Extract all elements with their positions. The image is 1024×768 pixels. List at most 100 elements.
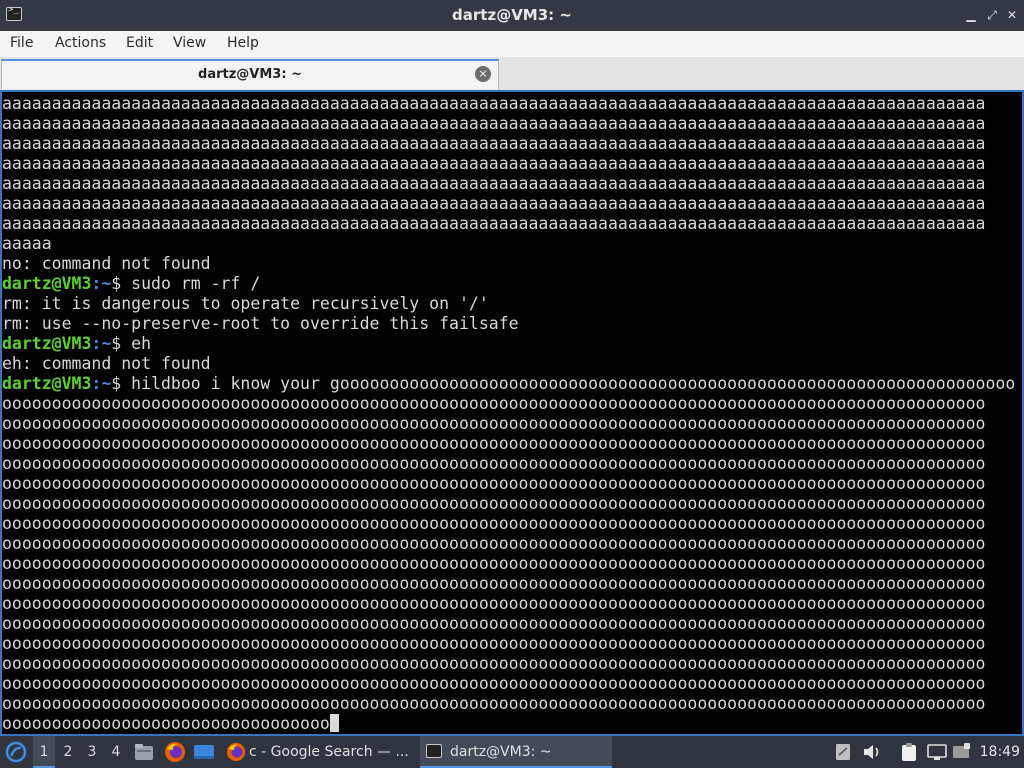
text-cursor xyxy=(329,714,339,732)
taskbar-clock[interactable]: 18:49 xyxy=(980,736,1020,768)
minimize-button[interactable]: ▁ xyxy=(964,8,978,22)
terminal-line: dartz@VM3:~$ sudo rm -rf / xyxy=(2,274,1015,294)
close-window-button[interactable]: ✕ xyxy=(1005,8,1019,22)
terminal-line: oooooooooooooooooooooooooooooooooooooooo… xyxy=(2,474,1015,494)
window-titlebar[interactable]: dartz@VM3: ~ ▁ ⤢ ✕ xyxy=(0,0,1024,31)
terminal-line: oooooooooooooooooooooooooooooooooooooooo… xyxy=(2,494,1015,514)
output-text: oooooooooooooooooooooooooooooooooooooooo… xyxy=(2,654,986,673)
terminal-line: oooooooooooooooooooooooooooooooooooooooo… xyxy=(2,394,1015,414)
terminal-line: oooooooooooooooooooooooooooooooooooooooo… xyxy=(2,694,1015,714)
taskbar-task-terminal[interactable]: dartz@VM3: ~ xyxy=(420,736,612,768)
terminal-line: aaaaaaaaaaaaaaaaaaaaaaaaaaaaaaaaaaaaaaaa… xyxy=(2,154,1015,174)
output-text: oooooooooooooooooooooooooooooooooooooooo… xyxy=(2,554,986,573)
tab-bar: dartz@VM3: ~ × xyxy=(0,57,1024,90)
output-text: oooooooooooooooooooooooooooooooooooooooo… xyxy=(2,694,986,713)
output-text: oooooooooooooooooooooooooooooooooooooooo… xyxy=(2,514,986,533)
terminal-line: eh: command not found xyxy=(2,354,1015,374)
output-text: aaaaaaaaaaaaaaaaaaaaaaaaaaaaaaaaaaaaaaaa… xyxy=(2,114,986,133)
terminal-task-label: dartz@VM3: ~ xyxy=(450,744,552,760)
prompt-user: dartz@VM3 xyxy=(2,334,92,353)
output-text: aaaaaaaaaaaaaaaaaaaaaaaaaaaaaaaaaaaaaaaa… xyxy=(2,174,986,193)
prompt-path: :~ xyxy=(91,274,112,293)
terminal-line: oooooooooooooooooooooooooooooooooooooooo… xyxy=(2,614,1015,634)
workspace-2[interactable]: 2 xyxy=(57,736,79,768)
taskbar: 1 2 3 4 c - Google Search — ... dartz@VM… xyxy=(0,736,1024,768)
prompt-path: :~ xyxy=(91,374,112,393)
notes-icon[interactable] xyxy=(836,744,850,760)
output-text: oooooooooooooooooooooooooooooooooooooooo… xyxy=(2,674,986,693)
output-text: aaaaa xyxy=(2,234,52,253)
taskbar-task-browser[interactable]: c - Google Search — ... xyxy=(222,736,414,768)
distro-logo-icon[interactable] xyxy=(5,741,27,763)
terminal-line: aaaaaaaaaaaaaaaaaaaaaaaaaaaaaaaaaaaaaaaa… xyxy=(2,214,1015,234)
menu-bar: File Actions Edit View Help xyxy=(0,31,1024,57)
terminal-line: rm: use --no-preserve-root to override t… xyxy=(2,314,1015,334)
terminal-line: oooooooooooooooooooooooooooooooooooooooo… xyxy=(2,554,1015,574)
terminal-line: oooooooooooooooooooooooooooooooooooooooo… xyxy=(2,654,1015,674)
output-text: oooooooooooooooooooooooooooooooooooooooo… xyxy=(2,614,986,633)
menu-file[interactable]: File xyxy=(10,31,33,57)
output-text: oooooooooooooooooooooooooooooooooooooooo… xyxy=(2,534,986,553)
workspace-1[interactable]: 1 xyxy=(33,736,55,768)
workspace-4[interactable]: 4 xyxy=(105,736,127,768)
terminal-line: rm: it is dangerous to operate recursive… xyxy=(2,294,1015,314)
output-text: oooooooooooooooooooooooooooooooooooooooo… xyxy=(2,394,986,413)
output-text: rm: it is dangerous to operate recursive… xyxy=(2,294,489,313)
terminal-line: aaaaaaaaaaaaaaaaaaaaaaaaaaaaaaaaaaaaaaaa… xyxy=(2,134,1015,154)
menu-actions[interactable]: Actions xyxy=(55,31,106,57)
prompt-symbol: $ xyxy=(111,274,132,293)
clipboard-icon[interactable] xyxy=(900,742,918,762)
firefox-task-icon xyxy=(226,742,246,762)
tab-label: dartz@VM3: ~ xyxy=(198,67,302,82)
output-text: eh: command not found xyxy=(2,354,211,373)
output-text: aaaaaaaaaaaaaaaaaaaaaaaaaaaaaaaaaaaaaaaa… xyxy=(2,154,986,173)
volume-icon[interactable] xyxy=(862,743,882,761)
menu-help[interactable]: Help xyxy=(227,31,259,57)
output-text: rm: use --no-preserve-root to override t… xyxy=(2,314,519,333)
tab-close-icon[interactable]: × xyxy=(475,66,491,82)
output-text: aaaaaaaaaaaaaaaaaaaaaaaaaaaaaaaaaaaaaaaa… xyxy=(2,194,986,213)
show-desktop-icon[interactable] xyxy=(193,744,215,761)
network-icon[interactable] xyxy=(927,743,947,761)
output-text: aaaaaaaaaaaaaaaaaaaaaaaaaaaaaaaaaaaaaaaa… xyxy=(2,214,986,233)
terminal-view[interactable]: aaaaaaaaaaaaaaaaaaaaaaaaaaaaaaaaaaaaaaaa… xyxy=(0,90,1024,736)
terminal-output: aaaaaaaaaaaaaaaaaaaaaaaaaaaaaaaaaaaaaaaa… xyxy=(2,94,1015,734)
output-text: oooooooooooooooooooooooooooooooooooooooo… xyxy=(2,494,986,513)
terminal-line: oooooooooooooooooooooooooooooooooooooooo… xyxy=(2,594,1015,614)
output-text: aaaaaaaaaaaaaaaaaaaaaaaaaaaaaaaaaaaaaaaa… xyxy=(2,134,986,153)
output-text: oooooooooooooooooooooooooooooooooooooooo… xyxy=(2,454,986,473)
terminal-line: aaaaaaaaaaaaaaaaaaaaaaaaaaaaaaaaaaaaaaaa… xyxy=(2,194,1015,214)
command-text: eh xyxy=(131,334,152,353)
prompt-symbol: $ xyxy=(111,334,132,353)
terminal-line: oooooooooooooooooooooooooooooooooooooooo… xyxy=(2,454,1015,474)
terminal-line: oooooooooooooooooooooooooooooooooooooooo… xyxy=(2,674,1015,694)
terminal-line: aaaaaaaaaaaaaaaaaaaaaaaaaaaaaaaaaaaaaaaa… xyxy=(2,94,1015,114)
workspace-3[interactable]: 3 xyxy=(81,736,103,768)
browser-task-label: c - Google Search — ... xyxy=(249,744,409,760)
maximize-button[interactable]: ⤢ xyxy=(985,8,999,22)
terminal-line: oooooooooooooooooooooooooooooooooooooooo… xyxy=(2,634,1015,654)
window-title: dartz@VM3: ~ xyxy=(452,6,572,24)
files-icon[interactable] xyxy=(134,743,154,761)
terminal-task-icon xyxy=(426,744,442,758)
output-text: oooooooooooooooooooooooooooooooooooooooo… xyxy=(2,414,986,433)
prompt-path: :~ xyxy=(91,334,112,353)
menu-edit[interactable]: Edit xyxy=(126,31,153,57)
output-text: oooooooooooooooooooooooooooooooooooooooo… xyxy=(2,474,986,493)
output-text: oooooooooooooooooooooooooooooooooooooooo… xyxy=(2,634,986,653)
menu-view[interactable]: View xyxy=(173,31,206,57)
firefox-icon[interactable] xyxy=(164,741,186,763)
terminal-line: oooooooooooooooooooooooooooooooooooooooo… xyxy=(2,414,1015,434)
output-text: oooooooooooooooooooooooooooooooooooooooo… xyxy=(2,574,986,593)
tab-terminal[interactable]: dartz@VM3: ~ × xyxy=(1,59,499,89)
terminal-line: oooooooooooooooooooooooooooooooooooooooo… xyxy=(2,534,1015,554)
prompt-user: dartz@VM3 xyxy=(2,374,92,393)
output-text: oooooooooooooooooooooooooooooooooooooooo… xyxy=(2,434,986,453)
prompt-user: dartz@VM3 xyxy=(2,274,92,293)
output-text: oooooooooooooooooooooooooooooooooooooooo… xyxy=(2,594,986,613)
terminal-line: dartz@VM3:~$ hildboo i know your goooooo… xyxy=(2,374,1015,394)
notification-icon[interactable] xyxy=(952,743,970,761)
terminal-line: aaaaaaaaaaaaaaaaaaaaaaaaaaaaaaaaaaaaaaaa… xyxy=(2,174,1015,194)
terminal-line: oooooooooooooooooooooooooooooooooooooooo… xyxy=(2,574,1015,594)
output-text: no: command not found xyxy=(2,254,211,273)
